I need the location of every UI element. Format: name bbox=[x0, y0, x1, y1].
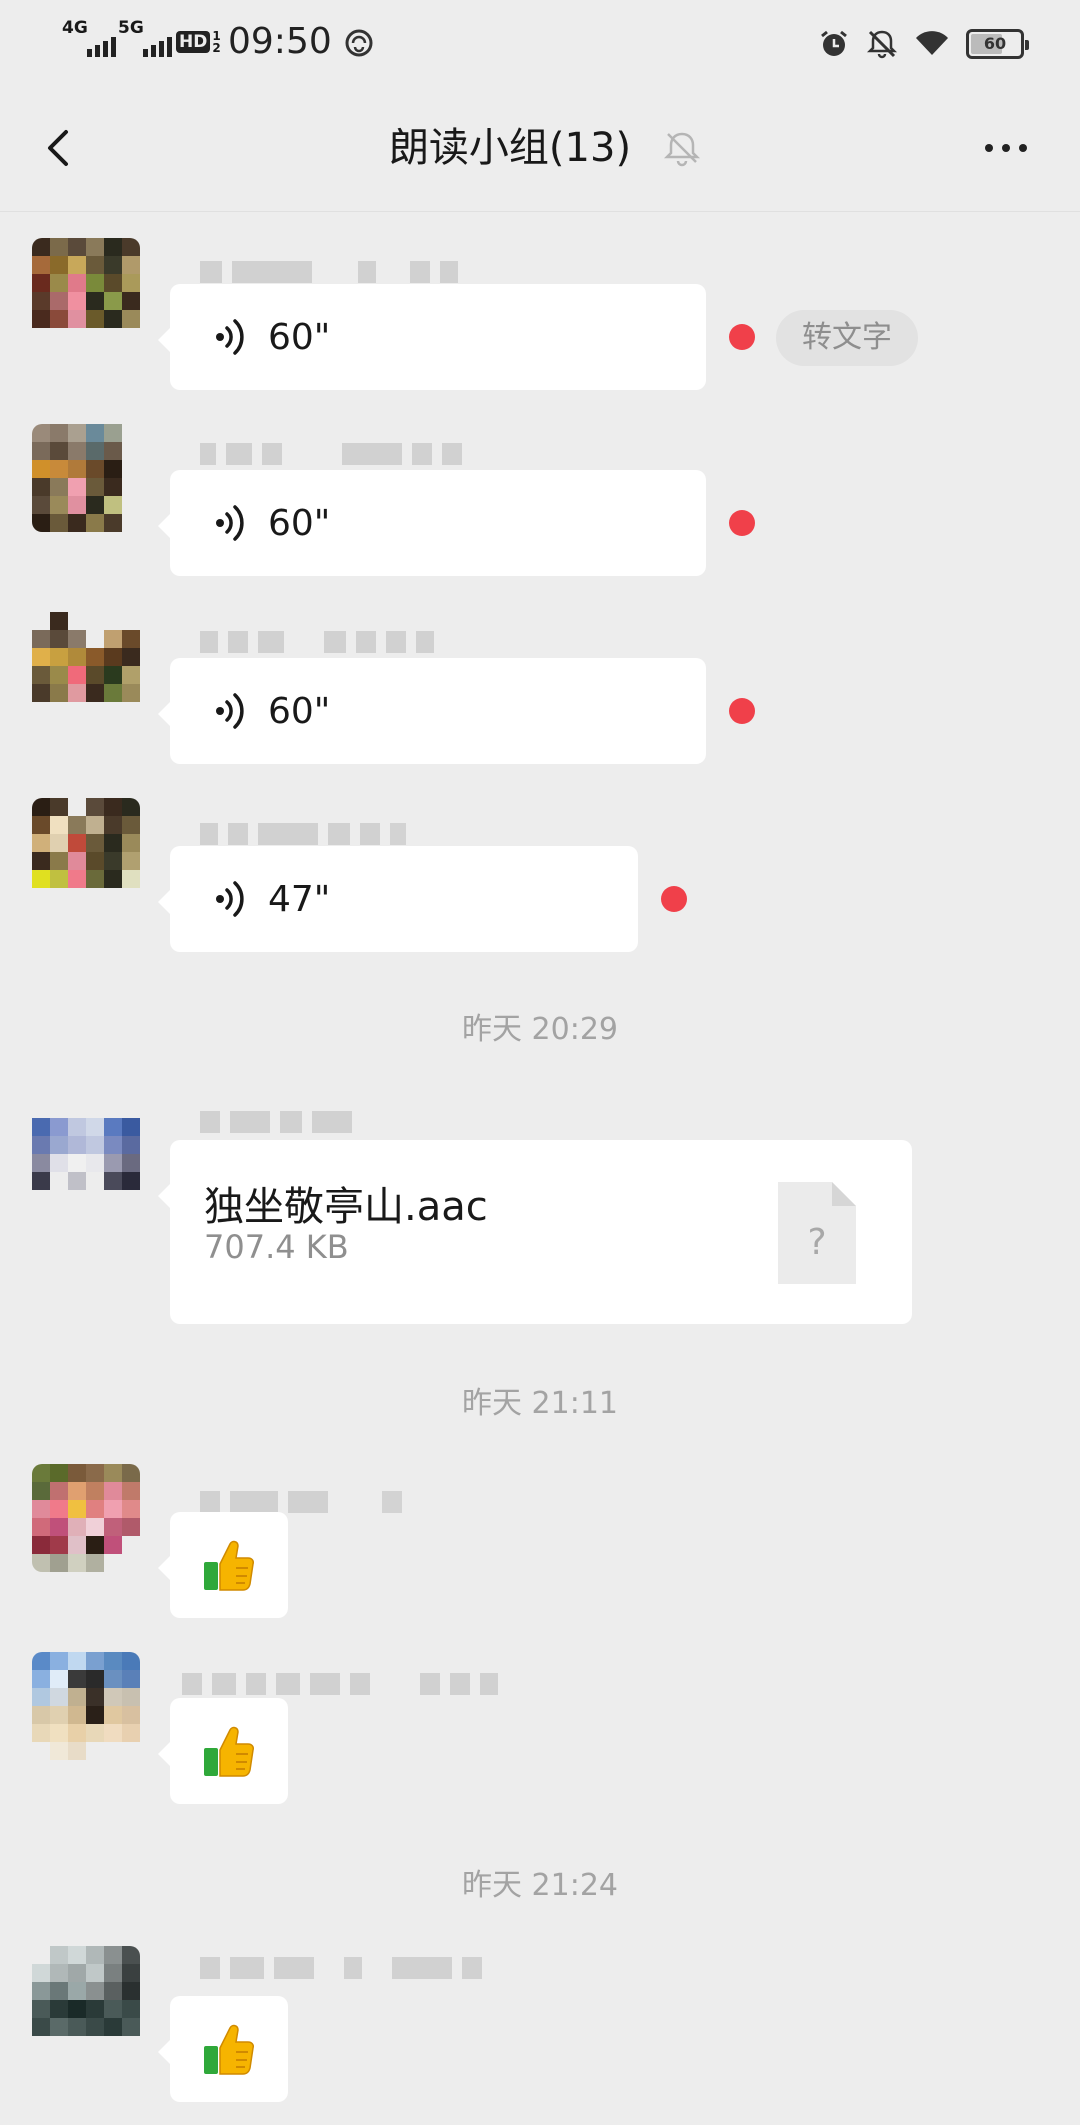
battery-level: 60 bbox=[983, 34, 1007, 53]
status-time: 09:50 bbox=[228, 21, 332, 62]
timestamp-divider: 昨天 21:11 bbox=[462, 1386, 618, 1421]
voice-duration: 60" bbox=[268, 316, 331, 358]
sender-avatar[interactable] bbox=[32, 1652, 140, 1760]
status-bar: 4G 5G HD 1 2 09:50 60 bbox=[0, 0, 1080, 84]
sender-avatar[interactable] bbox=[32, 612, 140, 720]
sender-avatar[interactable] bbox=[32, 1464, 140, 1572]
signal-bars-icon bbox=[142, 33, 172, 57]
thumbs-up-icon bbox=[204, 1726, 254, 1777]
cellular-signal-1: 4G bbox=[62, 20, 116, 57]
voice-wave-icon bbox=[216, 505, 244, 541]
network-type-5g: 5G bbox=[118, 18, 144, 38]
unread-indicator bbox=[729, 510, 755, 536]
voice-wave-icon bbox=[216, 881, 244, 917]
cellular-signal-2: 5G bbox=[118, 20, 172, 57]
thumbs-up-icon bbox=[204, 1540, 254, 1591]
voice-message-bubble[interactable]: 60" bbox=[158, 284, 706, 390]
voice-duration: 60" bbox=[268, 690, 331, 732]
unread-indicator bbox=[729, 698, 755, 724]
file-size: 707.4 KB bbox=[204, 1228, 349, 1266]
more-dot bbox=[985, 144, 993, 152]
app-status-icon bbox=[345, 29, 373, 57]
voice-duration: 60" bbox=[268, 502, 331, 544]
wifi-icon bbox=[916, 31, 948, 55]
timestamp-divider: 昨天 20:29 bbox=[462, 1012, 618, 1047]
chat-screen: 4G 5G HD 1 2 09:50 60 朗读小组(13) 60" 转文字 6… bbox=[0, 0, 1080, 2125]
sender-name-redacted bbox=[200, 822, 406, 846]
thumbs-up-icon bbox=[204, 2024, 254, 2075]
sender-avatar[interactable] bbox=[32, 1946, 140, 2054]
sender-avatar[interactable] bbox=[32, 798, 140, 906]
network-type-4g: 4G bbox=[62, 18, 88, 38]
hd-label: HD bbox=[176, 31, 211, 53]
alarm-icon bbox=[821, 30, 847, 56]
bell-off-icon bbox=[663, 132, 701, 167]
battery-icon: 60 bbox=[966, 29, 1029, 59]
voice-message-bubble[interactable]: 60" bbox=[158, 470, 706, 576]
sender-avatar[interactable] bbox=[32, 238, 140, 346]
chat-title: 朗读小组(13) bbox=[388, 125, 632, 171]
voice-duration: 47" bbox=[268, 878, 331, 920]
hd-voice-badge: HD 1 2 bbox=[176, 28, 221, 56]
voice-message-bubble[interactable]: 47" bbox=[158, 846, 638, 952]
sender-name-redacted bbox=[200, 1490, 402, 1514]
unread-indicator bbox=[661, 886, 687, 912]
chat-header: 朗读小组(13) bbox=[0, 84, 1080, 212]
emoji-message-bubble[interactable] bbox=[158, 1512, 288, 1618]
file-name: 独坐敬亭山.aac bbox=[204, 1184, 488, 1230]
timestamp-divider: 昨天 21:24 bbox=[462, 1868, 618, 1903]
sender-name-redacted bbox=[200, 260, 458, 284]
unread-indicator bbox=[729, 324, 755, 350]
sender-name-redacted bbox=[200, 630, 434, 654]
emoji-message-bubble[interactable] bbox=[158, 1698, 288, 1804]
sender-name-redacted bbox=[200, 1110, 352, 1134]
hd-fraction: 1 2 bbox=[212, 30, 220, 54]
sender-name-redacted bbox=[200, 1956, 482, 1980]
emoji-message-bubble[interactable] bbox=[158, 1996, 288, 2102]
hd-fraction-bottom: 2 bbox=[212, 41, 221, 55]
file-message-bubble[interactable]: 独坐敬亭山.aac 707.4 KB ? bbox=[158, 1140, 912, 1324]
notifications-off-icon bbox=[866, 30, 898, 59]
more-dot bbox=[1002, 144, 1010, 152]
more-options-button[interactable] bbox=[956, 118, 1056, 178]
voice-message-bubble[interactable]: 60" bbox=[158, 658, 706, 764]
signal-bars-icon bbox=[86, 33, 116, 57]
voice-wave-icon bbox=[216, 319, 244, 355]
convert-to-text-button[interactable]: 转文字 bbox=[776, 310, 918, 366]
file-icon-glyph: ? bbox=[807, 1222, 826, 1263]
unknown-file-icon: ? bbox=[778, 1182, 856, 1284]
sender-avatar[interactable] bbox=[32, 1100, 140, 1208]
sender-name-redacted bbox=[182, 1672, 498, 1696]
status-right-icons: 60 bbox=[818, 24, 1029, 64]
voice-wave-icon bbox=[216, 693, 244, 729]
sender-avatar[interactable] bbox=[32, 424, 140, 532]
sender-name-redacted bbox=[200, 442, 462, 466]
more-dot bbox=[1019, 144, 1027, 152]
